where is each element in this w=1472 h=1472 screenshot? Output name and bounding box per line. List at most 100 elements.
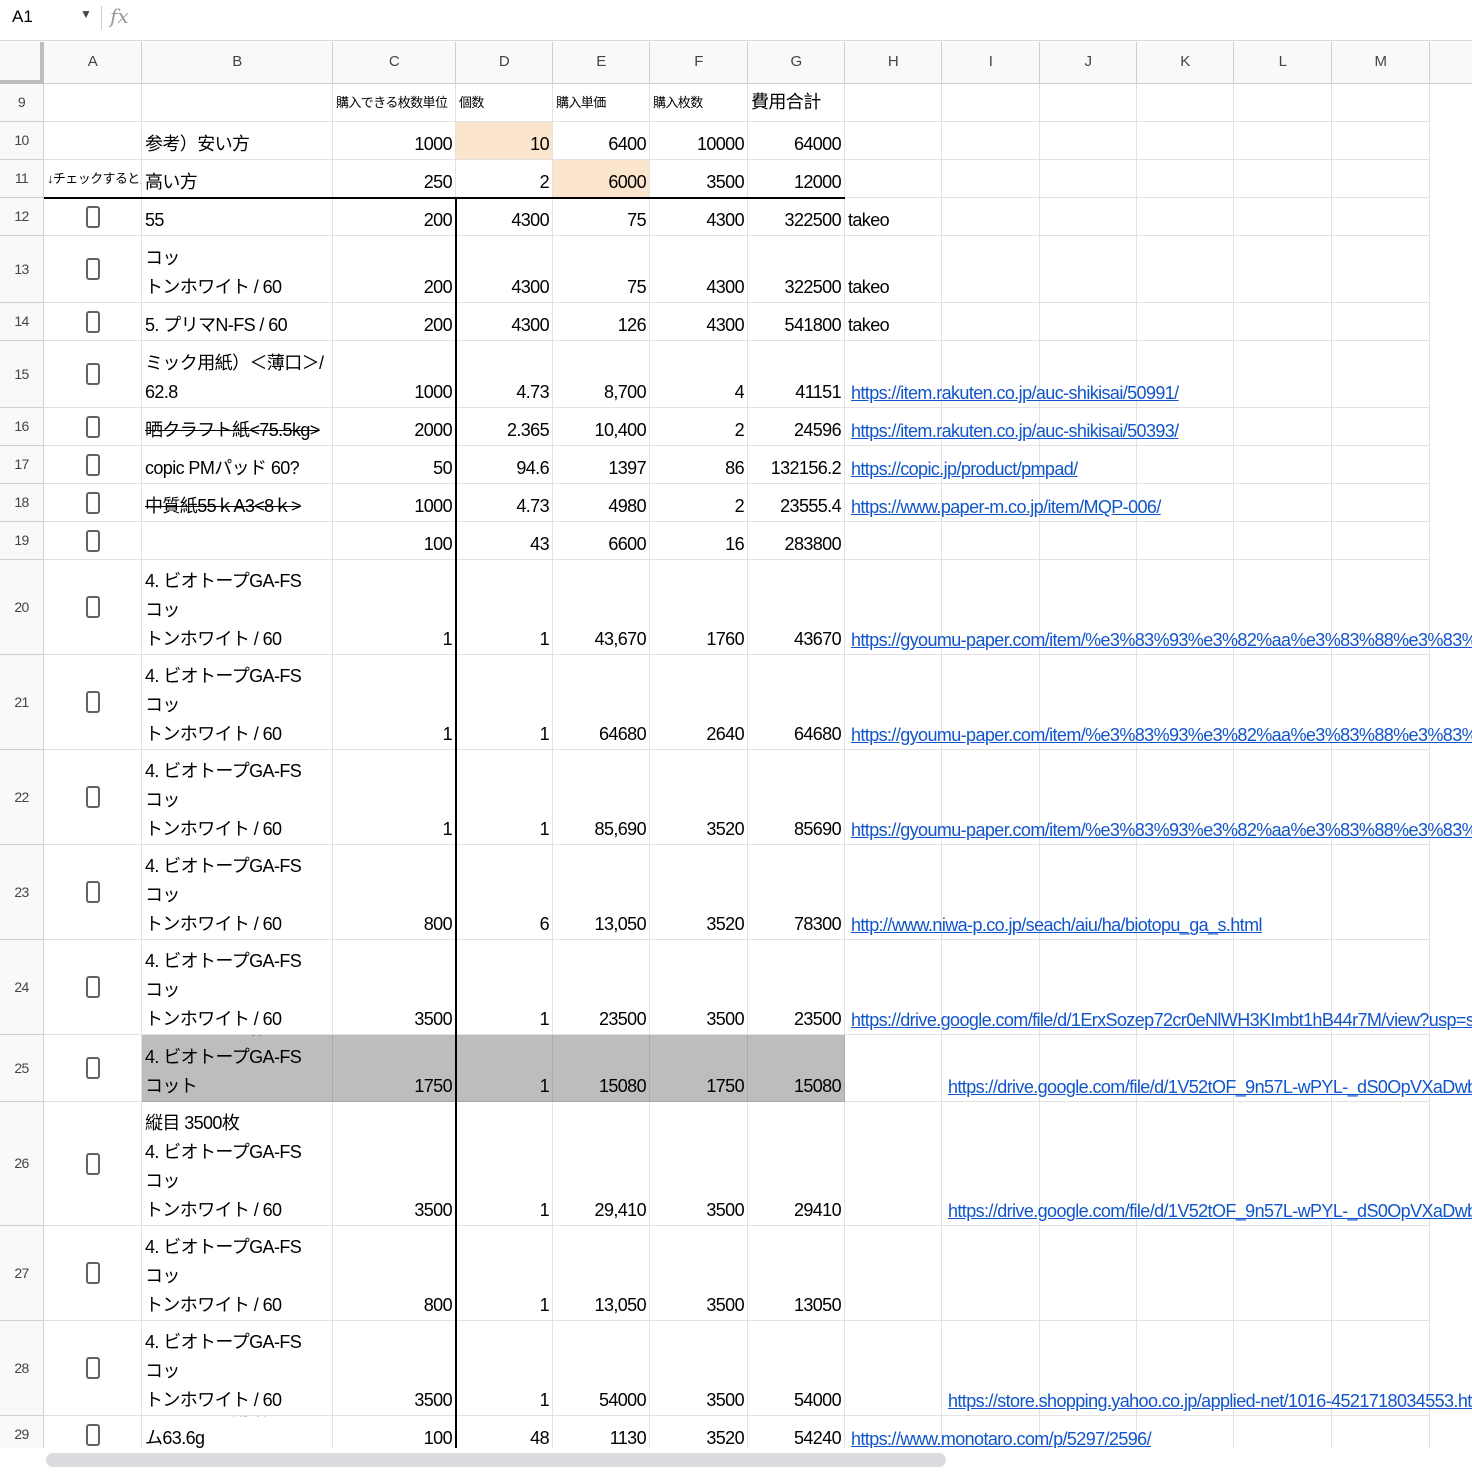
cell-a28[interactable] (44, 1321, 142, 1416)
cell-g13[interactable]: 322500 (748, 236, 845, 303)
cell-l12[interactable] (1234, 198, 1332, 236)
cell-a16[interactable] (44, 408, 142, 446)
row-header-27[interactable]: 27 (0, 1226, 44, 1321)
cell-e9[interactable]: 購入単価 (553, 84, 650, 122)
cell-b18[interactable]: 中質紙55ｋA3<8ｋ> (142, 484, 333, 522)
row-header-17[interactable]: 17 (0, 446, 44, 484)
cell-g21[interactable]: 64680 (748, 655, 845, 750)
cell-c21[interactable]: 1 (333, 655, 456, 750)
chevron-down-icon[interactable]: ▼ (80, 7, 92, 21)
cell-f16[interactable]: 2 (650, 408, 748, 446)
cell-h11[interactable] (845, 160, 942, 198)
cell-c19[interactable]: 100 (333, 522, 456, 560)
cell-e21[interactable]: 64680 (553, 655, 650, 750)
cell-i12[interactable] (942, 198, 1040, 236)
cell-i14[interactable] (942, 303, 1040, 341)
cell-a13[interactable] (44, 236, 142, 303)
cell-f21[interactable]: 2640 (650, 655, 748, 750)
cell-d21[interactable]: 1 (456, 655, 553, 750)
cell-c27[interactable]: 800 (333, 1226, 456, 1321)
cell-e23[interactable]: 13,050 (553, 845, 650, 940)
row-header-14[interactable]: 14 (0, 303, 44, 341)
row-header-29[interactable]: 29 (0, 1416, 44, 1448)
cell-j11[interactable] (1040, 160, 1137, 198)
cell-g11[interactable]: 12000 (748, 160, 845, 198)
cell-b9[interactable] (142, 84, 333, 122)
cell-b15[interactable]: カラーラフ書籍（Nソフトコ ミック用紙）＜薄口＞/ 62.8 (142, 341, 333, 408)
cell-c28[interactable]: 3500 (333, 1321, 456, 1416)
hyperlink[interactable]: https://drive.google.com/file/d/1V52tOF_… (945, 1035, 1472, 1102)
checkbox[interactable] (85, 1423, 100, 1446)
cell-f29[interactable]: 3520 (650, 1416, 748, 1448)
select-all-corner[interactable] (0, 42, 44, 84)
column-header-c[interactable]: C (333, 42, 456, 84)
cell-m19[interactable] (1332, 522, 1430, 560)
cell-f14[interactable]: 4300 (650, 303, 748, 341)
cell-g10[interactable]: 64000 (748, 122, 845, 160)
cell-d27[interactable]: 1 (456, 1226, 553, 1321)
cell-b26[interactable]: B4(257×364mm)or 266×366mm 縦目 3500枚 4. ビオ… (142, 1102, 333, 1226)
checkbox[interactable] (85, 786, 100, 808)
cell-j10[interactable] (1040, 122, 1137, 160)
cell-e19[interactable]: 6600 (553, 522, 650, 560)
cell-b13[interactable]: 4. ビオトープGA-FS コッ トンホワイト / 60 (142, 236, 333, 303)
cell-b11[interactable]: 高い方 (142, 160, 333, 198)
hyperlink[interactable]: http://www.niwa-p.co.jp/seach/aiu/ha/bio… (848, 845, 1472, 940)
checkbox[interactable] (85, 1057, 100, 1079)
cell-h28[interactable] (845, 1321, 942, 1416)
cell-a29[interactable] (44, 1416, 142, 1448)
cell-b19[interactable] (142, 522, 333, 560)
cell-l9[interactable] (1234, 84, 1332, 122)
cell-g16[interactable]: 24596 (748, 408, 845, 446)
cell-d24[interactable]: 1 (456, 940, 553, 1035)
column-header-extra[interactable] (1430, 42, 1472, 84)
cell-a24[interactable] (44, 940, 142, 1035)
cell-b25[interactable]: B4(257×364mm)or 266×366mm 縦 4. ビオトープGA-F… (142, 1035, 333, 1102)
cell-e25[interactable]: 15080 (553, 1035, 650, 1102)
cell-e20[interactable]: 43,670 (553, 560, 650, 655)
cell-a19[interactable] (44, 522, 142, 560)
cell-g22[interactable]: 85690 (748, 750, 845, 845)
cell-g27[interactable]: 13050 (748, 1226, 845, 1321)
cell-f17[interactable]: 86 (650, 446, 748, 484)
cell-c15[interactable]: 1000 (333, 341, 456, 408)
cell-l27[interactable] (1234, 1226, 1332, 1321)
cell-m14[interactable] (1332, 303, 1430, 341)
cell-l10[interactable] (1234, 122, 1332, 160)
cell-h26[interactable] (845, 1102, 942, 1226)
cell-l14[interactable] (1234, 303, 1332, 341)
cell-h10[interactable] (845, 122, 942, 160)
hyperlink[interactable]: https://drive.google.com/file/d/1ErxSoze… (848, 940, 1472, 1035)
column-header-j[interactable]: J (1040, 42, 1137, 84)
cell-c26[interactable]: 3500 (333, 1102, 456, 1226)
cell-b14[interactable]: 5. プリマN-FS / 60 (142, 303, 333, 341)
cell-b27[interactable]: A3 4. ビオトープGA-FS コッ トンホワイト / 60 (142, 1226, 333, 1321)
cell-d26[interactable]: 1 (456, 1102, 553, 1226)
cell-g14[interactable]: 541800 (748, 303, 845, 341)
cell-c24[interactable]: 3500 (333, 940, 456, 1035)
cell-k13[interactable] (1137, 236, 1234, 303)
row-header-12[interactable]: 12 (0, 198, 44, 236)
row-header-24[interactable]: 24 (0, 940, 44, 1035)
hyperlink[interactable]: https://copic.jp/product/pmpad/ (848, 446, 1472, 484)
cell-e18[interactable]: 4980 (553, 484, 650, 522)
checkbox[interactable] (85, 205, 100, 228)
cell-i13[interactable] (942, 236, 1040, 303)
cell-a21[interactable] (44, 655, 142, 750)
cell-c13[interactable]: 200 (333, 236, 456, 303)
cell-h13[interactable]: takeo (845, 236, 942, 303)
row-header-28[interactable]: 28 (0, 1321, 44, 1416)
horizontal-scrollbar[interactable] (0, 1448, 1472, 1472)
cell-d28[interactable]: 1 (456, 1321, 553, 1416)
cell-h25[interactable] (845, 1035, 942, 1102)
row-header-23[interactable]: 23 (0, 845, 44, 940)
cell-j13[interactable] (1040, 236, 1137, 303)
cell-c25[interactable]: 1750 (333, 1035, 456, 1102)
cell-d20[interactable]: 1 (456, 560, 553, 655)
column-header-e[interactable]: E (553, 42, 650, 84)
cell-d11[interactable]: 2 (456, 160, 553, 198)
cell-f11[interactable]: 3500 (650, 160, 748, 198)
row-header-25[interactable]: 25 (0, 1035, 44, 1102)
cell-e24[interactable]: 23500 (553, 940, 650, 1035)
cell-h14[interactable]: takeo (845, 303, 942, 341)
